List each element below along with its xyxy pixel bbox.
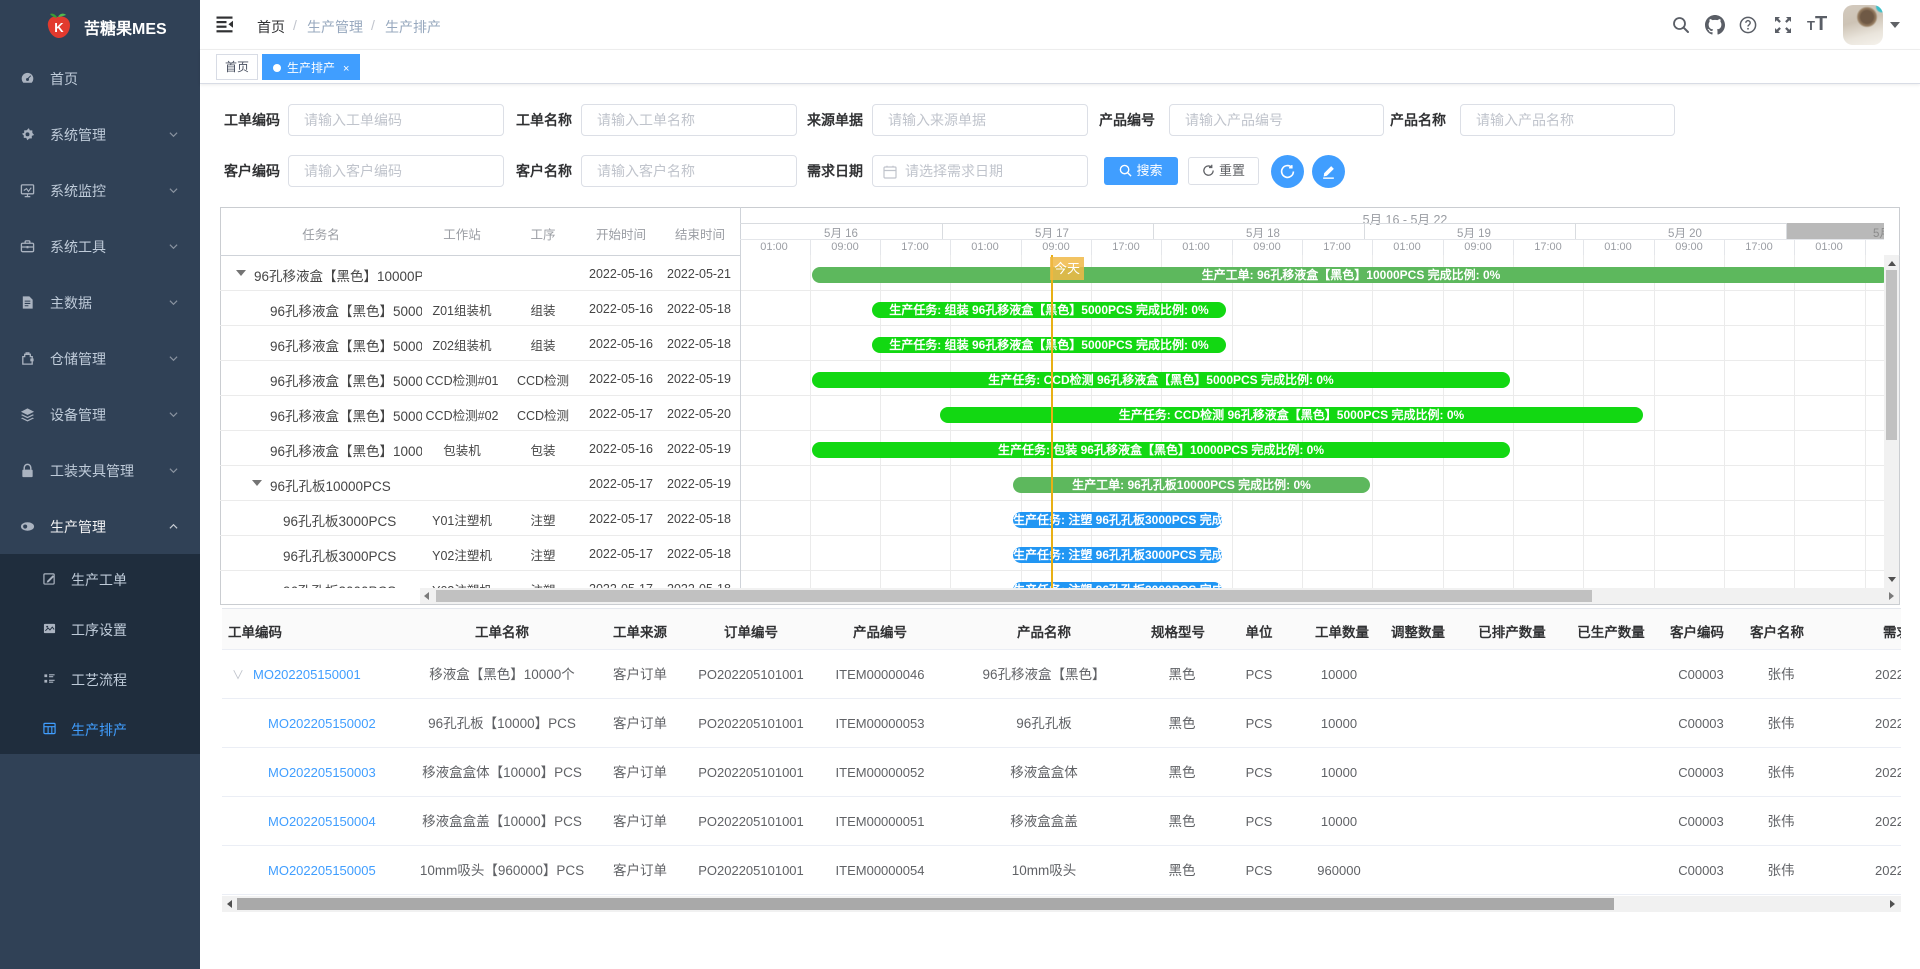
svg-text:K: K [54, 20, 64, 35]
